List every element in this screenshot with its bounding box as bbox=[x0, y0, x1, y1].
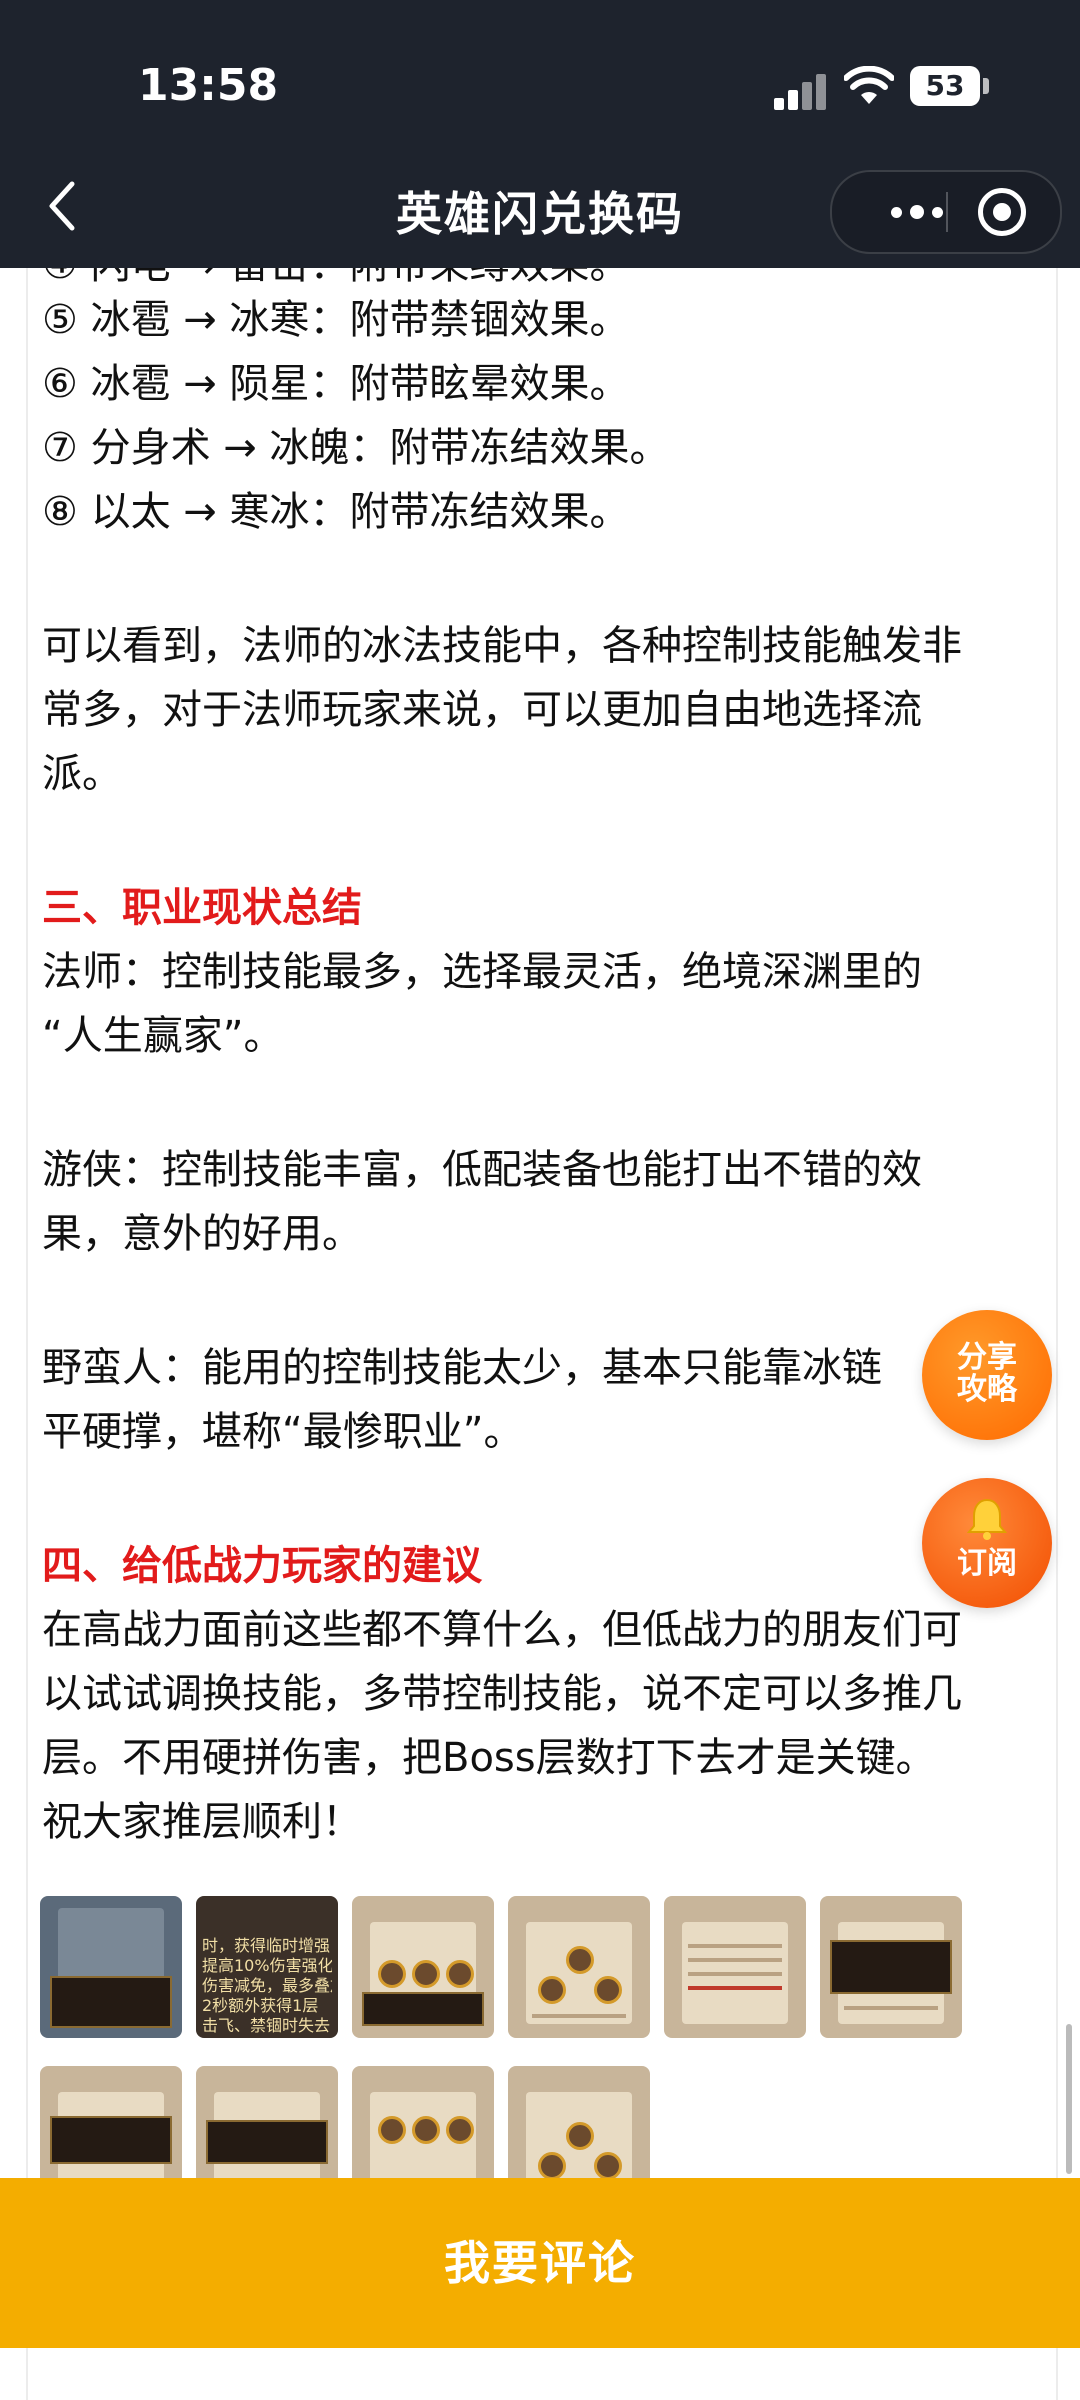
scrollbar[interactable] bbox=[1066, 2024, 1072, 2174]
section-heading-3: 三、职业现状总结 bbox=[42, 885, 362, 931]
share-guide-button[interactable]: 分享 攻略 bbox=[922, 1310, 1052, 1440]
skill-line: ⑤ 冰雹 → 冰寒：附带禁锢效果。 bbox=[42, 297, 630, 343]
app-header: 13:58 53 英雄闪兑换码 bbox=[0, 0, 1080, 268]
share-label-line: 分享 bbox=[957, 1340, 1017, 1375]
battery-tip bbox=[983, 78, 989, 94]
advice-line: 祝大家推层顺利！ bbox=[42, 1799, 362, 1845]
barbarian-line: 平硬撑，堪称“最惨职业”。 bbox=[42, 1409, 524, 1455]
status-time: 13:58 bbox=[138, 60, 279, 111]
paragraph-line: 常多，对于法师玩家来说，可以更加自由地选择流 bbox=[42, 687, 922, 733]
article-content: ⑤ 冰雹 → 冰寒：附带禁锢效果。 ⑥ 冰雹 → 陨星：附带眩晕效果。 ⑦ 分身… bbox=[42, 288, 1042, 1854]
advice-line: 在高战力面前这些都不算什么，但低战力的朋友们可 bbox=[42, 1607, 962, 1653]
cellular-signal-icon bbox=[774, 74, 828, 110]
mage-line: 法师：控制技能最多，选择最灵活，绝境深渊里的 bbox=[42, 949, 922, 995]
screenshot-thumbnail[interactable] bbox=[40, 1896, 182, 2038]
paragraph-line: 派。 bbox=[42, 751, 122, 797]
battery-indicator: 53 bbox=[910, 66, 980, 106]
screenshot-thumbnail[interactable] bbox=[508, 1896, 650, 2038]
more-options-icon[interactable] bbox=[862, 194, 972, 230]
ranger-line: 游侠：控制技能丰富，低配装备也能打出不错的效 bbox=[42, 1147, 922, 1193]
mage-line: “人生赢家”。 bbox=[42, 1013, 284, 1059]
advice-line: 层。不用硬拼伤害，把Boss层数打下去才是关键。 bbox=[42, 1735, 936, 1781]
skill-line: ⑧ 以太 → 寒冰：附带冻结效果。 bbox=[42, 489, 630, 535]
screenshot-thumbnail[interactable] bbox=[664, 1896, 806, 2038]
advice-line: 以试试调换技能，多带控制技能，说不定可以多推几 bbox=[42, 1671, 962, 1717]
thumbnail-caption: 击飞、禁锢时失去 bbox=[202, 2016, 331, 2035]
share-label-line: 攻略 bbox=[957, 1372, 1017, 1407]
subscribe-button[interactable]: 订阅 bbox=[922, 1478, 1052, 1608]
comment-label: 我要评论 bbox=[444, 2236, 636, 2290]
skill-line: ⑦ 分身术 → 冰魄：附带冻结效果。 bbox=[42, 425, 670, 471]
wifi-icon bbox=[844, 66, 894, 104]
skill-line: ⑥ 冰雹 → 陨星：附带眩晕效果。 bbox=[42, 361, 630, 407]
mini-program-capsule bbox=[830, 170, 1062, 254]
section-heading-4: 四、给低战力玩家的建议 bbox=[42, 1543, 482, 1589]
barbarian-line: 野蛮人：能用的控制技能太少，基本只能靠冰链 bbox=[42, 1345, 882, 1391]
capsule-divider bbox=[946, 192, 948, 232]
subscribe-label: 订阅 bbox=[957, 1546, 1017, 1581]
screenshot-thumbnail[interactable] bbox=[820, 1896, 962, 2038]
ranger-line: 果，意外的好用。 bbox=[42, 1211, 362, 1257]
close-target-icon[interactable] bbox=[978, 188, 1026, 236]
comment-button[interactable]: 我要评论 bbox=[0, 2178, 1080, 2348]
screenshot-thumbnail[interactable]: 时，获得临时增强 提高10%伤害强化 伤害减免，最多叠加 2秒额外获得1层 击飞… bbox=[196, 1896, 338, 2038]
bell-icon bbox=[966, 1498, 1008, 1540]
paragraph-line: 可以看到，法师的冰法技能中，各种控制技能触发非 bbox=[42, 623, 962, 669]
image-gallery-row-1: 时，获得临时增强 提高10%伤害强化 伤害减免，最多叠加 2秒额外获得1层 击飞… bbox=[40, 1896, 962, 2038]
screenshot-thumbnail[interactable] bbox=[352, 1896, 494, 2038]
